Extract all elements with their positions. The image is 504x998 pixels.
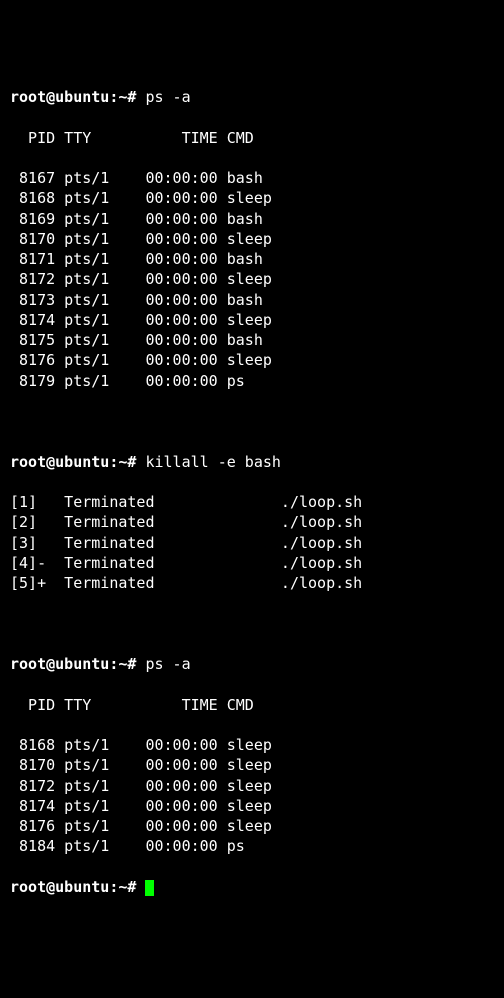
ps-row: 8170 pts/1 00:00:00 sleep (10, 755, 494, 775)
shell-prompt: root@ubuntu:~# (10, 88, 136, 106)
ps-row: 8171 pts/1 00:00:00 bash (10, 249, 494, 269)
ps-row: 8174 pts/1 00:00:00 sleep (10, 310, 494, 330)
ps-row: 8168 pts/1 00:00:00 sleep (10, 188, 494, 208)
ps-row: 8172 pts/1 00:00:00 sleep (10, 269, 494, 289)
shell-prompt: root@ubuntu:~# (10, 878, 136, 896)
prompt-line-1[interactable]: root@ubuntu:~# ps -a (10, 87, 494, 107)
ps-row: 8184 pts/1 00:00:00 ps (10, 836, 494, 856)
ps-row: 8172 pts/1 00:00:00 sleep (10, 776, 494, 796)
job-line: [5]+ Terminated ./loop.sh (10, 573, 494, 593)
ps-header-1: PID TTY TIME CMD (10, 128, 494, 148)
ps-row: 8167 pts/1 00:00:00 bash (10, 168, 494, 188)
prompt-line-2[interactable]: root@ubuntu:~# killall -e bash (10, 452, 494, 472)
ps-row: 8174 pts/1 00:00:00 sleep (10, 796, 494, 816)
ps-row: 8179 pts/1 00:00:00 ps (10, 371, 494, 391)
blank-line (10, 614, 494, 634)
command-text: ps -a (145, 88, 190, 106)
job-line: [3] Terminated ./loop.sh (10, 533, 494, 553)
job-line: [1] Terminated ./loop.sh (10, 492, 494, 512)
job-line: [4]- Terminated ./loop.sh (10, 553, 494, 573)
ps-output-2: 8168 pts/1 00:00:00 sleep 8170 pts/1 00:… (10, 735, 494, 857)
shell-prompt: root@ubuntu:~# (10, 453, 136, 471)
ps-row: 8176 pts/1 00:00:00 sleep (10, 350, 494, 370)
ps-header-2: PID TTY TIME CMD (10, 695, 494, 715)
job-termination-output: [1] Terminated ./loop.sh[2] Terminated .… (10, 492, 494, 593)
cursor-block (145, 880, 154, 896)
blank-line (10, 411, 494, 431)
ps-row: 8176 pts/1 00:00:00 sleep (10, 816, 494, 836)
prompt-line-3[interactable]: root@ubuntu:~# ps -a (10, 654, 494, 674)
ps-row: 8168 pts/1 00:00:00 sleep (10, 735, 494, 755)
ps-row: 8173 pts/1 00:00:00 bash (10, 290, 494, 310)
ps-output-1: 8167 pts/1 00:00:00 bash 8168 pts/1 00:0… (10, 168, 494, 391)
command-text: ps -a (145, 655, 190, 673)
ps-row: 8170 pts/1 00:00:00 sleep (10, 229, 494, 249)
prompt-line-4[interactable]: root@ubuntu:~# (10, 877, 494, 897)
job-line: [2] Terminated ./loop.sh (10, 512, 494, 532)
command-text: killall -e bash (145, 453, 280, 471)
ps-row: 8175 pts/1 00:00:00 bash (10, 330, 494, 350)
shell-prompt: root@ubuntu:~# (10, 655, 136, 673)
ps-row: 8169 pts/1 00:00:00 bash (10, 209, 494, 229)
